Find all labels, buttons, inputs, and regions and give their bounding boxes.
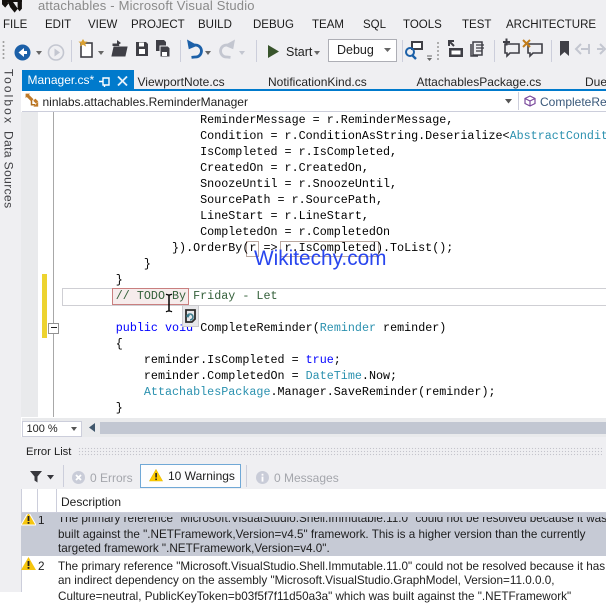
svg-text:Start: Start: [286, 45, 313, 59]
